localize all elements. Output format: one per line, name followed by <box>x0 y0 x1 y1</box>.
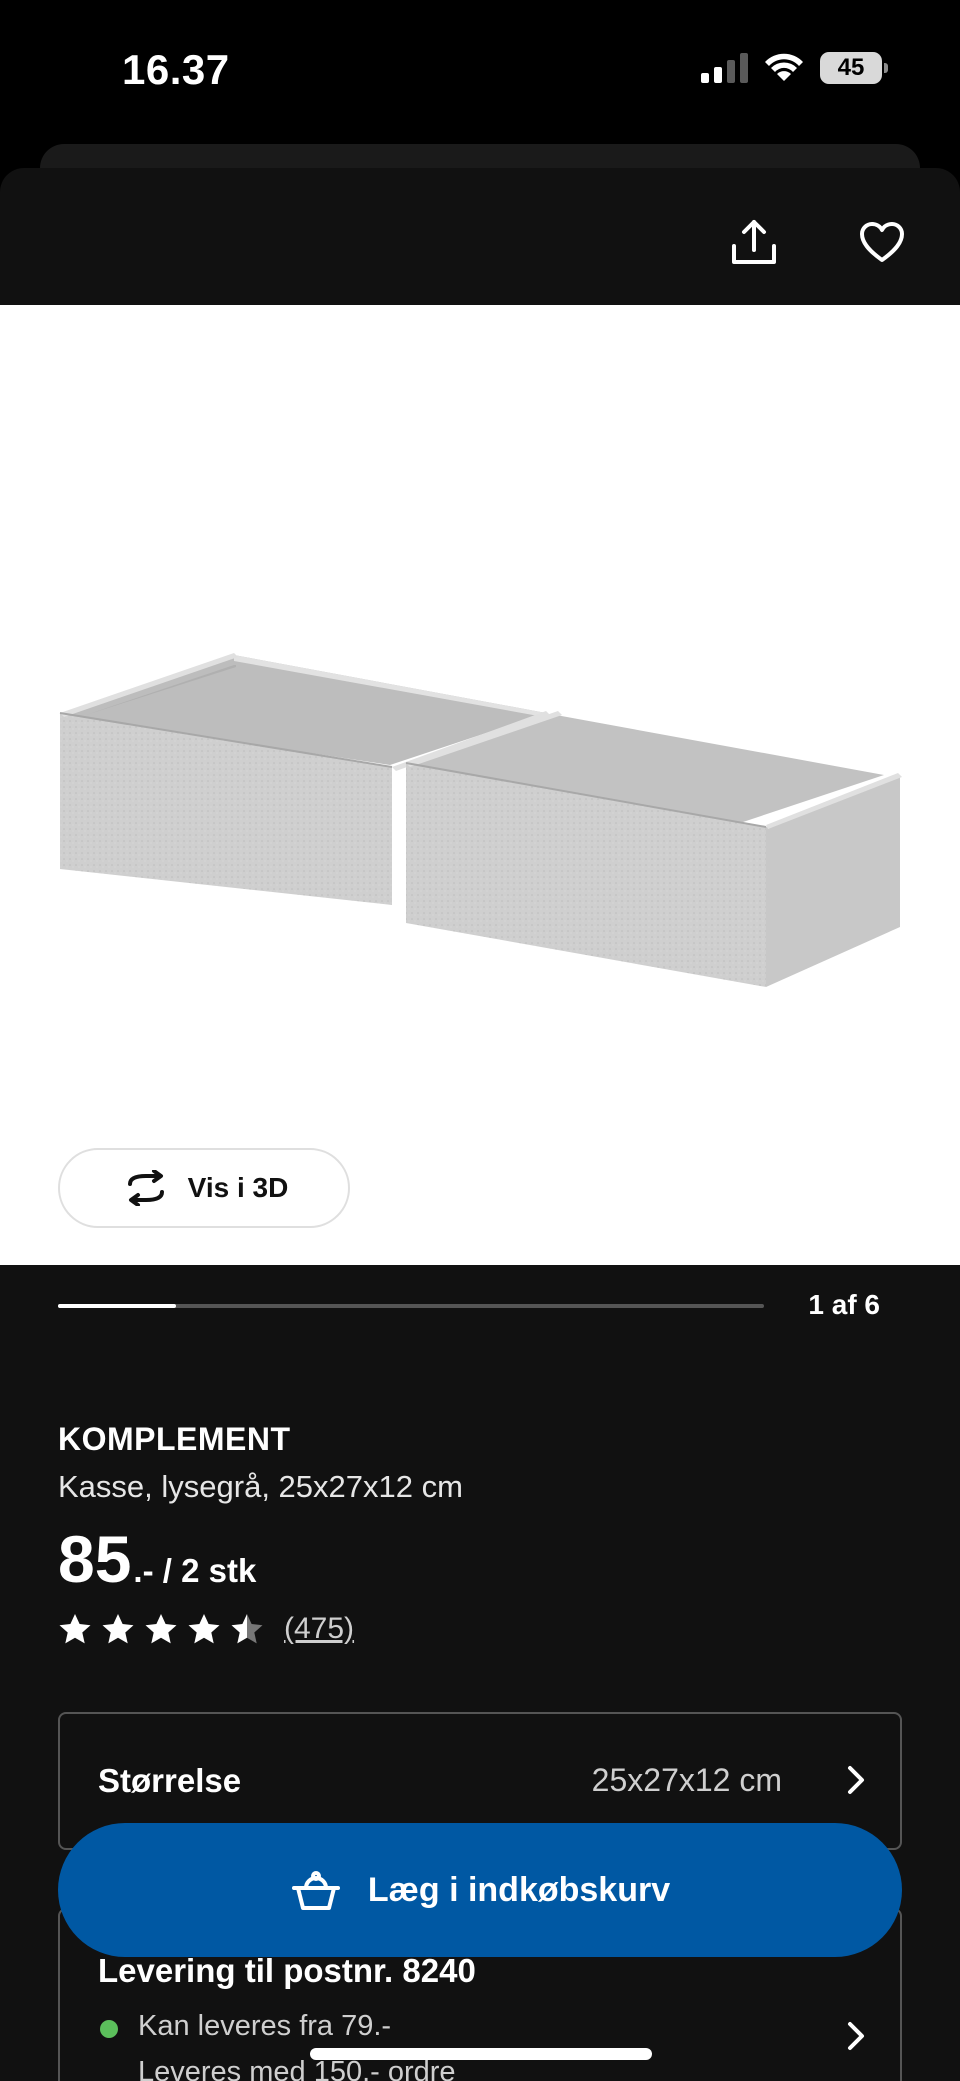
star-icon <box>188 1614 220 1644</box>
product-price: 85 .- / 2 stk <box>58 1521 256 1597</box>
home-indicator[interactable] <box>310 2048 652 2060</box>
heart-icon[interactable] <box>854 214 910 270</box>
add-to-cart-button[interactable]: Læg i indkøbskurv <box>58 1823 902 1957</box>
view-in-3d-button[interactable]: Vis i 3D <box>58 1148 350 1228</box>
product-info: 1 af 6 KOMPLEMENT Kasse, lysegrå, 25x27x… <box>0 1265 960 2081</box>
star-icon <box>231 1614 263 1644</box>
delivery-line-1: Kan leveres fra 79.- <box>138 2010 392 2042</box>
product-image <box>59 653 902 987</box>
sheet-header <box>0 168 960 305</box>
star-icon <box>102 1614 134 1644</box>
rating-stars <box>58 1613 264 1645</box>
size-label: Størrelse <box>98 1762 242 1799</box>
star-icon <box>145 1614 177 1644</box>
view-in-3d-label: Vis i 3D <box>187 1172 289 1203</box>
gallery-progress-fill <box>58 1304 176 1308</box>
price-unit: .- / 2 stk <box>133 1552 257 1589</box>
size-value: 25x27x12 cm <box>591 1762 782 1798</box>
star-icon <box>59 1614 91 1644</box>
product-image-gallery[interactable]: Vis i 3D <box>0 305 960 1265</box>
gallery-progress <box>58 1304 764 1308</box>
status-bar: 16.37 45 <box>0 0 960 140</box>
wifi-icon <box>765 53 803 81</box>
share-icon[interactable] <box>726 214 782 270</box>
gallery-counter: 1 af 6 <box>808 1289 880 1320</box>
product-description: Kasse, lysegrå, 25x27x12 cm <box>58 1469 463 1504</box>
rotate-3d-icon <box>127 1170 164 1206</box>
product-brand: KOMPLEMENT <box>58 1421 291 1457</box>
chevron-right-icon <box>848 1766 864 1794</box>
price-amount: 85 <box>58 1522 132 1596</box>
availability-dot-icon <box>100 2020 118 2038</box>
status-icons: 45 <box>701 52 888 84</box>
shopping-basket-icon <box>291 1871 340 1910</box>
delivery-title: Levering til postnr. 8240 <box>98 1952 476 1989</box>
status-time: 16.37 <box>122 46 230 93</box>
battery-icon: 45 <box>820 52 888 84</box>
review-count-link[interactable]: (475) <box>284 1612 354 1646</box>
cellular-signal-icon <box>701 53 748 83</box>
product-rating[interactable]: (475) <box>58 1612 354 1646</box>
add-to-cart-label: Læg i indkøbskurv <box>367 1870 671 1909</box>
chevron-right-icon <box>848 2022 864 2050</box>
